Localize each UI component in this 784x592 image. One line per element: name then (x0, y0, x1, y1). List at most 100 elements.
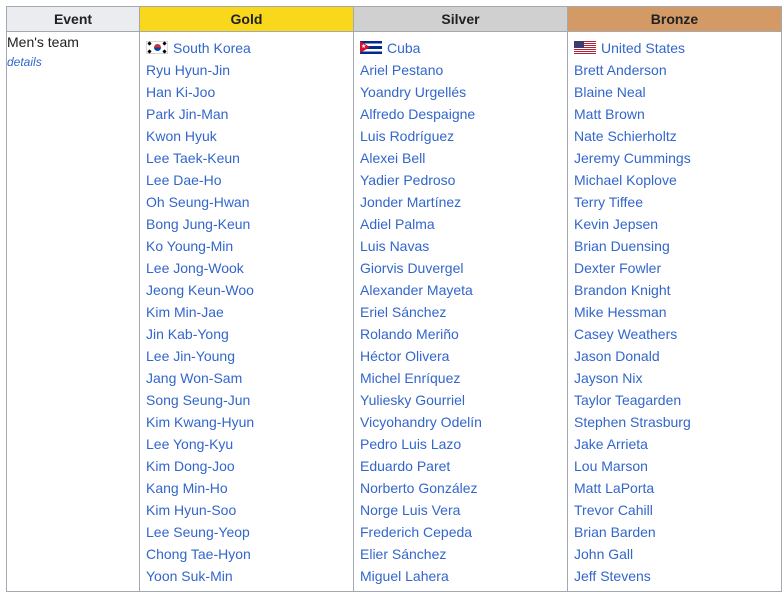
bronze-player-link[interactable]: Brian Barden (574, 524, 656, 540)
gold-player-link[interactable]: Kang Min-Ho (146, 480, 228, 496)
event-details-link[interactable]: details (7, 52, 139, 72)
bronze-player-link[interactable]: Matt LaPorta (574, 480, 654, 496)
gold-player-item: Kim Hyun-Soo (146, 499, 347, 521)
silver-player-link[interactable]: Alexander Mayeta (360, 282, 473, 298)
silver-nation-link[interactable]: Cuba (387, 40, 420, 56)
gold-player-link[interactable]: Park Jin-Man (146, 106, 228, 122)
silver-player-link[interactable]: Yadier Pedroso (360, 172, 455, 188)
silver-player-link[interactable]: Héctor Olivera (360, 348, 449, 364)
bronze-player-link[interactable]: Blaine Neal (574, 84, 646, 100)
gold-player-link[interactable]: Kim Dong-Joo (146, 458, 235, 474)
header-bronze[interactable]: Bronze (567, 6, 782, 32)
event-name: Men's team (7, 34, 79, 50)
bronze-player-link[interactable]: Jeff Stevens (574, 568, 651, 584)
silver-player-link[interactable]: Eduardo Paret (360, 458, 450, 474)
gold-player-item: Song Seung-Jun (146, 389, 347, 411)
gold-player-link[interactable]: Jeong Keun-Woo (146, 282, 254, 298)
silver-player-item: Giorvis Duvergel (360, 257, 561, 279)
gold-player-link[interactable]: Jin Kab-Yong (146, 326, 229, 342)
silver-player-link[interactable]: Yoandry Urgellés (360, 84, 466, 100)
gold-nation-link[interactable]: South Korea (173, 40, 251, 56)
silver-player-item: Alexander Mayeta (360, 279, 561, 301)
bronze-player-link[interactable]: Mike Hessman (574, 304, 667, 320)
gold-player-link[interactable]: Song Seung-Jun (146, 392, 250, 408)
header-event[interactable]: Event (6, 6, 140, 32)
bronze-player-item: Taylor Teagarden (574, 389, 775, 411)
bronze-player-item: Brandon Knight (574, 279, 775, 301)
silver-player-item: Jonder Martínez (360, 191, 561, 213)
silver-player-link[interactable]: Elier Sánchez (360, 546, 446, 562)
silver-player-link[interactable]: Alfredo Despaigne (360, 106, 475, 122)
gold-player-link[interactable]: Lee Dae-Ho (146, 172, 222, 188)
silver-player-link[interactable]: Adiel Palma (360, 216, 435, 232)
bronze-player-item: Trevor Cahill (574, 499, 775, 521)
silver-player-item: Rolando Meriño (360, 323, 561, 345)
silver-player-link[interactable]: Pedro Luis Lazo (360, 436, 461, 452)
gold-player-link[interactable]: Lee Taek-Keun (146, 150, 240, 166)
gold-player-link[interactable]: Bong Jung-Keun (146, 216, 250, 232)
gold-player-item: Lee Seung-Yeop (146, 521, 347, 543)
bronze-player-link[interactable]: Terry Tiffee (574, 194, 643, 210)
bronze-player-link[interactable]: Matt Brown (574, 106, 645, 122)
bronze-player-link[interactable]: Brett Anderson (574, 62, 667, 78)
silver-player-link[interactable]: Norge Luis Vera (360, 502, 460, 518)
silver-player-link[interactable]: Vicyohandry Odelín (360, 414, 482, 430)
gold-player-link[interactable]: Ryu Hyun-Jin (146, 62, 230, 78)
gold-player-link[interactable]: Chong Tae-Hyon (146, 546, 251, 562)
gold-player-link[interactable]: Kim Min-Jae (146, 304, 224, 320)
silver-player-link[interactable]: Miguel Lahera (360, 568, 449, 584)
silver-player-link[interactable]: Jonder Martínez (360, 194, 461, 210)
silver-player-link[interactable]: Yuliesky Gourriel (360, 392, 465, 408)
silver-player-link[interactable]: Ariel Pestano (360, 62, 443, 78)
bronze-player-link[interactable]: Jake Arrieta (574, 436, 648, 452)
silver-player-link[interactable]: Alexei Bell (360, 150, 425, 166)
silver-player-item: Yoandry Urgellés (360, 81, 561, 103)
gold-player-link[interactable]: Lee Jong-Wook (146, 260, 244, 276)
bronze-player-link[interactable]: Jason Donald (574, 348, 660, 364)
header-gold[interactable]: Gold (139, 6, 354, 32)
gold-player-link[interactable]: Oh Seung-Hwan (146, 194, 250, 210)
bronze-player-link[interactable]: Taylor Teagarden (574, 392, 681, 408)
gold-player-item: Oh Seung-Hwan (146, 191, 347, 213)
bronze-player-link[interactable]: John Gall (574, 546, 633, 562)
gold-player-link[interactable]: Kim Kwang-Hyun (146, 414, 254, 430)
gold-player-link[interactable]: Han Ki-Joo (146, 84, 215, 100)
gold-player-link[interactable]: Lee Jin-Young (146, 348, 235, 364)
bronze-player-link[interactable]: Lou Marson (574, 458, 648, 474)
bronze-player-link[interactable]: Nate Schierholtz (574, 128, 677, 144)
silver-player-link[interactable]: Norberto González (360, 480, 478, 496)
silver-player-link[interactable]: Giorvis Duvergel (360, 260, 463, 276)
gold-player-link[interactable]: Lee Seung-Yeop (146, 524, 250, 540)
bronze-player-link[interactable]: Casey Weathers (574, 326, 677, 342)
silver-player-item: Alexei Bell (360, 147, 561, 169)
gold-player-link[interactable]: Kim Hyun-Soo (146, 502, 236, 518)
gold-cell: South Korea Ryu Hyun-Jin Han Ki-Joo Park J… (139, 31, 354, 592)
gold-player-item: Lee Taek-Keun (146, 147, 347, 169)
silver-player-link[interactable]: Rolando Meriño (360, 326, 459, 342)
silver-player-link[interactable]: Luis Navas (360, 238, 429, 254)
silver-player-link[interactable]: Luis Rodríguez (360, 128, 454, 144)
gold-player-link[interactable]: Ko Young-Min (146, 238, 233, 254)
gold-player-link[interactable]: Lee Yong-Kyu (146, 436, 233, 452)
bronze-player-link[interactable]: Kevin Jepsen (574, 216, 658, 232)
bronze-player-link[interactable]: Stephen Strasburg (574, 414, 691, 430)
gold-player-item: Jang Won-Sam (146, 367, 347, 389)
bronze-player-link[interactable]: Michael Koplove (574, 172, 677, 188)
silver-player-item: Norberto González (360, 477, 561, 499)
bronze-player-link[interactable]: Brian Duensing (574, 238, 670, 254)
silver-player-link[interactable]: Eriel Sánchez (360, 304, 446, 320)
gold-player-link[interactable]: Yoon Suk-Min (146, 568, 233, 584)
bronze-nation-link[interactable]: United States (601, 40, 685, 56)
gold-player-link[interactable]: Jang Won-Sam (146, 370, 242, 386)
bronze-player-link[interactable]: Brandon Knight (574, 282, 671, 298)
bronze-player-link[interactable]: Jeremy Cummings (574, 150, 691, 166)
gold-player-item: Park Jin-Man (146, 103, 347, 125)
gold-player-item: Lee Jin-Young (146, 345, 347, 367)
bronze-player-link[interactable]: Dexter Fowler (574, 260, 661, 276)
bronze-player-link[interactable]: Trevor Cahill (574, 502, 653, 518)
gold-player-link[interactable]: Kwon Hyuk (146, 128, 217, 144)
header-silver[interactable]: Silver (353, 6, 568, 32)
bronze-player-link[interactable]: Jayson Nix (574, 370, 642, 386)
silver-player-link[interactable]: Frederich Cepeda (360, 524, 472, 540)
silver-player-link[interactable]: Michel Enríquez (360, 370, 460, 386)
